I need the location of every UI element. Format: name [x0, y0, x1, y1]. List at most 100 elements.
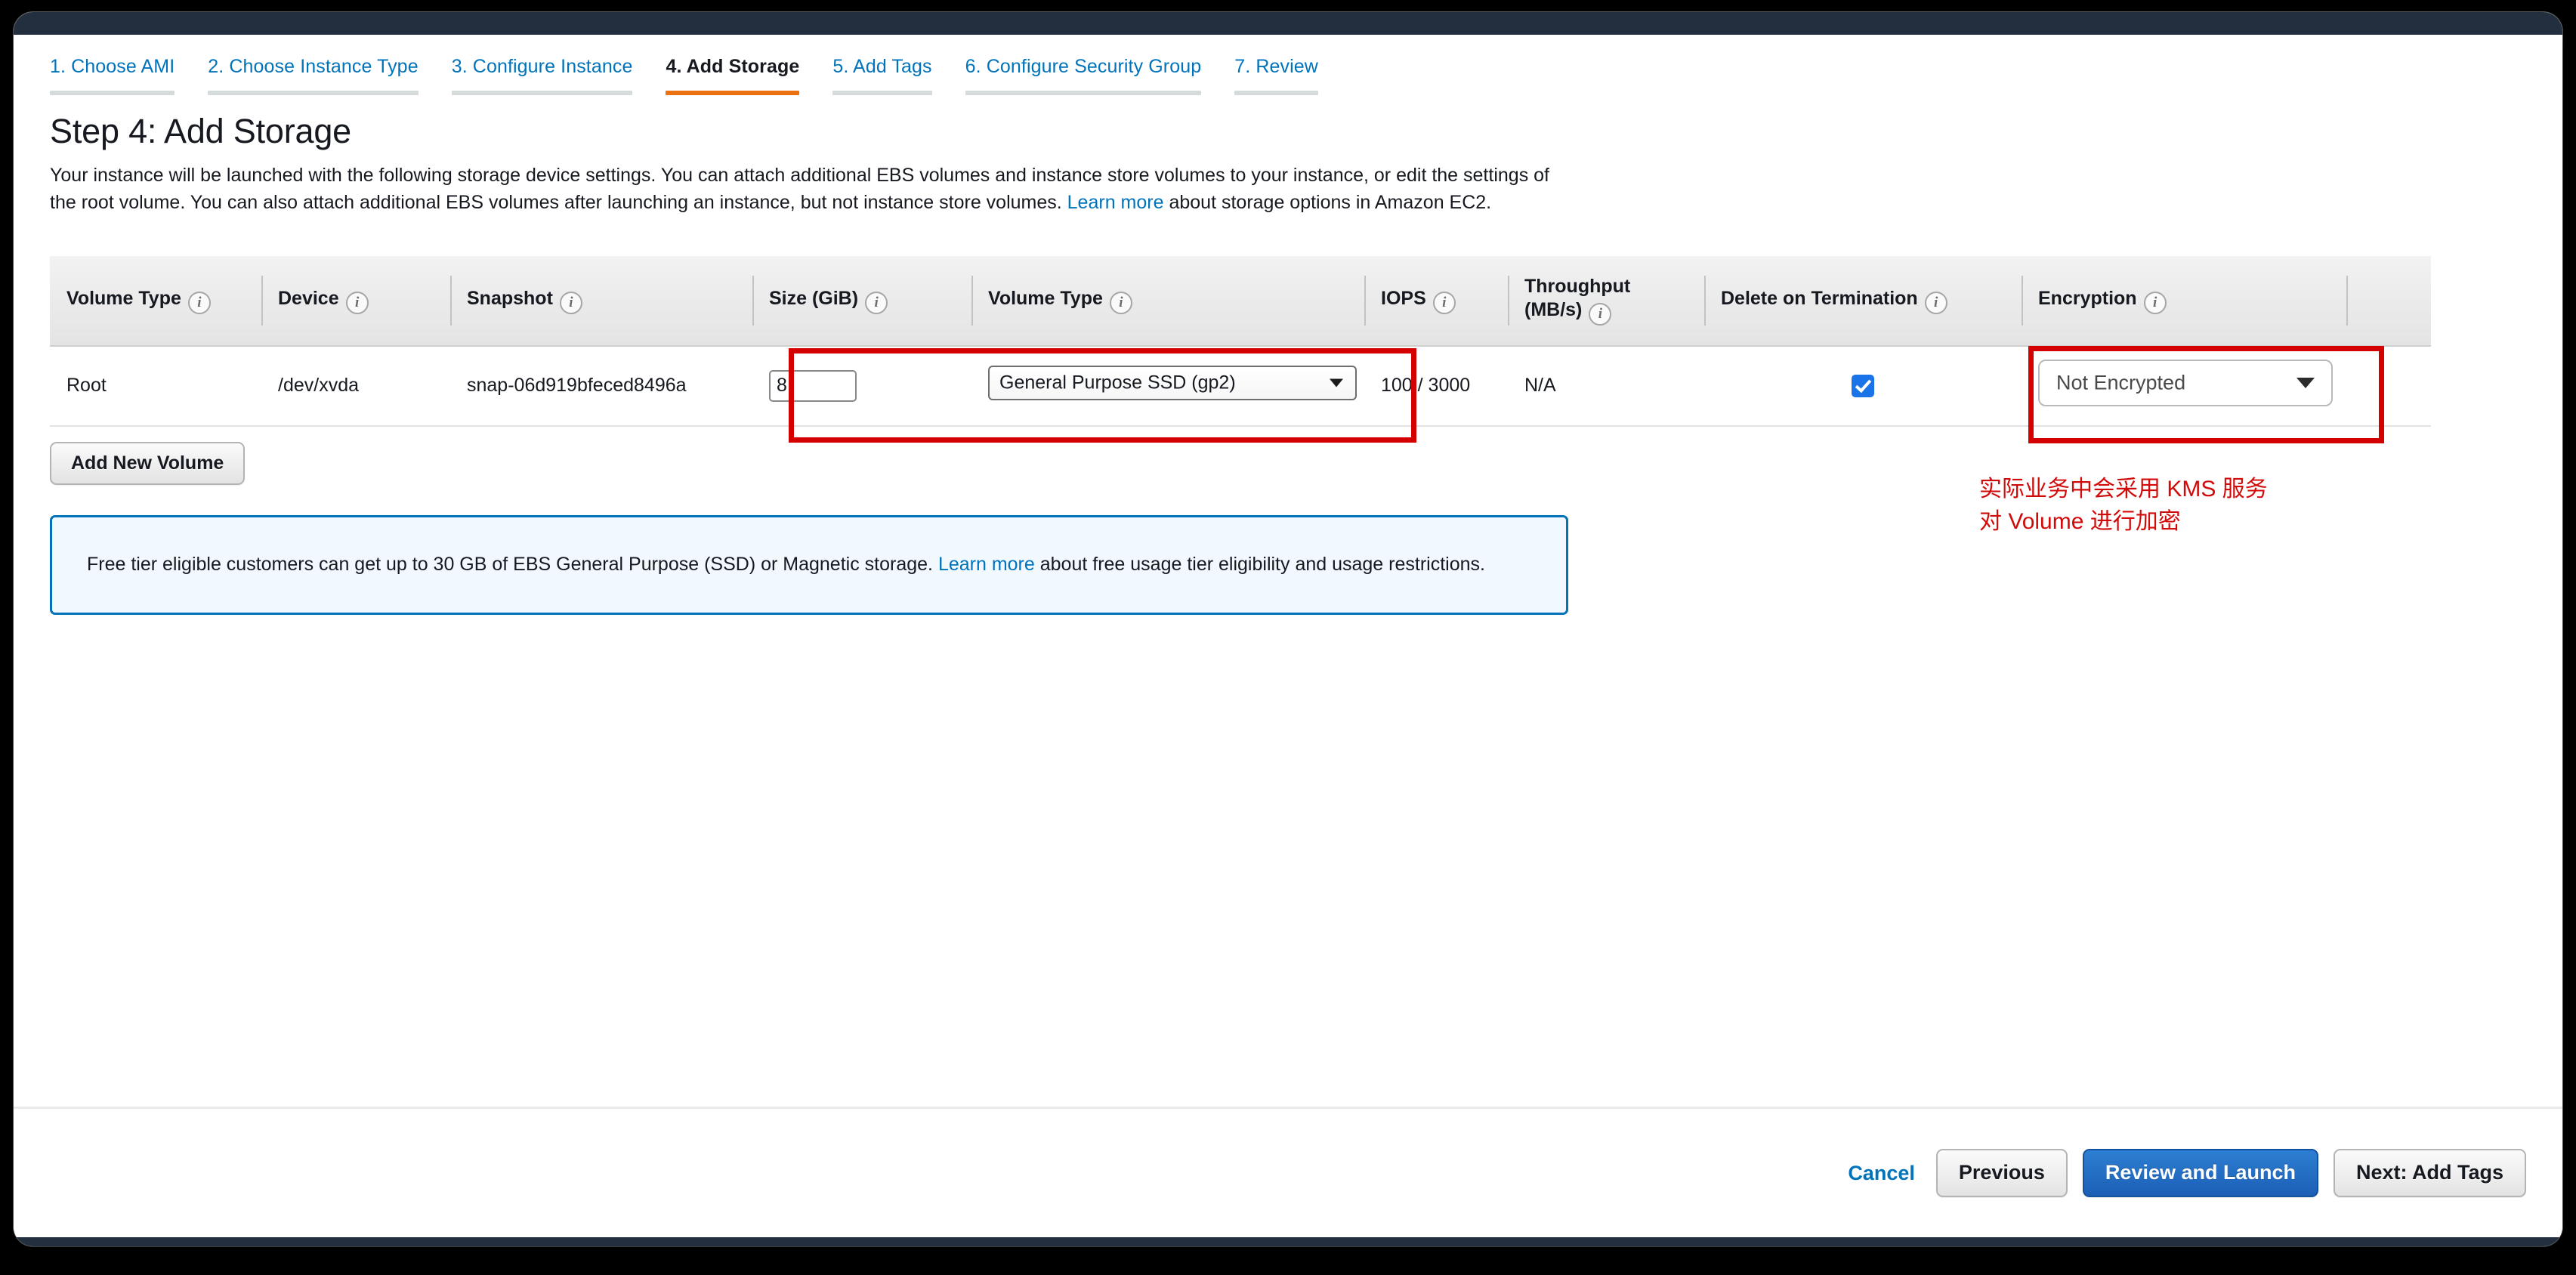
- description-text-after-link: about storage options in Amazon EC2.: [1163, 192, 1492, 214]
- column-divider: [752, 275, 754, 326]
- col-header-label: Device: [278, 287, 339, 309]
- column-divider: [971, 275, 973, 326]
- free-tier-learn-more-link[interactable]: Learn more: [938, 554, 1035, 575]
- previous-button[interactable]: Previous: [1935, 1149, 2068, 1197]
- tab-label: 3. Configure Instance: [451, 56, 633, 77]
- info-icon[interactable]: i: [2143, 291, 2167, 314]
- tab-label: 2. Choose Instance Type: [208, 56, 419, 77]
- add-new-volume-button[interactable]: Add New Volume: [50, 441, 246, 485]
- col-header-snapshot: Snapshot i: [450, 255, 752, 347]
- page-title: Step 4: Add Storage: [50, 112, 352, 150]
- tab-label: 7. Review: [1234, 56, 1318, 77]
- cell-volume-type: Root: [50, 345, 261, 427]
- col-header-volume-type-select: Volume Type i: [971, 255, 1364, 347]
- tab-configure-security-group[interactable]: 6. Configure Security Group: [950, 56, 1220, 95]
- callout-text-after-link: about free usage tier eligibility and us…: [1034, 554, 1485, 575]
- chevron-down-icon: [2296, 378, 2315, 388]
- tab-add-storage[interactable]: 4. Add Storage: [650, 56, 817, 95]
- cell-device: /dev/xvda: [261, 345, 450, 427]
- tab-underline: [451, 91, 633, 95]
- tab-underline: [50, 91, 175, 95]
- col-header-iops: IOPS i: [1364, 255, 1508, 347]
- volume-type-dropdown-value: General Purpose SSD (gp2): [999, 372, 1236, 394]
- tab-underline: [965, 91, 1202, 95]
- storage-table: Volume Type i Device i Snapshot i Size (…: [50, 255, 2431, 427]
- storage-table-head: Volume Type i Device i Snapshot i Size (…: [50, 255, 2431, 347]
- cell-snapshot: snap-06d919bfeced8496a: [450, 345, 752, 427]
- storage-table-container: Volume Type i Device i Snapshot i Size (…: [50, 255, 2431, 427]
- cell-throughput: N/A: [1508, 345, 1704, 427]
- col-header-label-line2: (MB/s): [1524, 298, 1583, 320]
- tab-choose-ami[interactable]: 1. Choose AMI: [35, 56, 193, 95]
- info-icon[interactable]: i: [345, 291, 369, 314]
- delete-on-termination-checkbox[interactable]: [1852, 374, 1874, 397]
- column-divider: [2346, 275, 2348, 326]
- tab-underline: [832, 91, 932, 95]
- col-header-actions: [2346, 255, 2431, 347]
- col-header-label: Volume Type: [988, 287, 1103, 309]
- col-header-label: Delete on Termination: [1721, 287, 1918, 309]
- callout-text-before-link: Free tier eligible customers can get up …: [87, 554, 938, 575]
- column-divider: [1704, 275, 1706, 326]
- kms-annotation-note: 实际业务中会采用 KMS 服务 对 Volume 进行加密: [1979, 477, 2268, 534]
- tab-label: 4. Add Storage: [666, 56, 800, 77]
- col-header-encryption: Encryption i: [2022, 255, 2346, 347]
- tab-add-tags[interactable]: 5. Add Tags: [817, 56, 950, 95]
- browser-window: 1. Choose AMI 2. Choose Instance Type 3.…: [14, 12, 2562, 1246]
- tab-label: 5. Add Tags: [832, 56, 932, 77]
- storage-table-body: Root /dev/xvda snap-06d919bfeced8496a Ge…: [50, 345, 2431, 427]
- size-input[interactable]: [769, 369, 857, 402]
- tab-review[interactable]: 7. Review: [1219, 56, 1336, 95]
- cell-actions: [2346, 345, 2431, 427]
- col-header-throughput: Throughput (MB/s) i: [1508, 255, 1704, 347]
- tab-label: 1. Choose AMI: [50, 56, 175, 77]
- column-divider: [261, 275, 263, 326]
- col-header-label: Volume Type: [66, 287, 181, 309]
- col-header-label: Encryption: [2038, 287, 2137, 309]
- info-icon[interactable]: i: [1589, 302, 1612, 326]
- free-tier-callout: Free tier eligible customers can get up …: [50, 515, 1568, 615]
- column-divider: [1364, 275, 1366, 326]
- col-header-label: Size (GiB): [769, 287, 859, 309]
- col-header-label: IOPS: [1381, 287, 1426, 309]
- tab-underline: [208, 91, 419, 95]
- ec2-launch-wizard-page: 1. Choose AMI 2. Choose Instance Type 3.…: [14, 35, 2562, 1237]
- cancel-button[interactable]: Cancel: [1848, 1162, 1915, 1185]
- cell-delete-on-termination: [1704, 345, 2022, 427]
- screenshot-root: 1. Choose AMI 2. Choose Instance Type 3.…: [0, 0, 2576, 1275]
- info-icon[interactable]: i: [187, 291, 211, 314]
- tab-choose-instance-type[interactable]: 2. Choose Instance Type: [193, 56, 436, 95]
- wizard-tab-strip: 1. Choose AMI 2. Choose Instance Type 3.…: [14, 35, 2562, 95]
- page-description: Your instance will be launched with the …: [50, 162, 1568, 217]
- cell-iops: 100 / 3000: [1364, 345, 1508, 427]
- info-icon[interactable]: i: [559, 291, 582, 314]
- tab-configure-instance[interactable]: 3. Configure Instance: [437, 56, 651, 95]
- table-row: Root /dev/xvda snap-06d919bfeced8496a Ge…: [50, 345, 2431, 427]
- cell-volume-type-select: General Purpose SSD (gp2): [971, 345, 1364, 427]
- browser-top-chrome-bar: [14, 12, 2562, 35]
- info-icon[interactable]: i: [865, 291, 888, 314]
- tab-underline: [1234, 91, 1318, 95]
- column-divider: [450, 275, 452, 326]
- col-header-label: Snapshot: [467, 287, 553, 309]
- column-divider: [1508, 275, 1509, 326]
- browser-bottom-chrome-bar: [14, 1237, 2562, 1246]
- encryption-dropdown[interactable]: Not Encrypted: [2038, 360, 2333, 406]
- wizard-footer: Cancel Previous Review and Launch Next: …: [14, 1107, 2562, 1237]
- page-content-header: Step 4: Add Storage Your instance will b…: [14, 112, 2562, 217]
- chevron-down-icon: [1330, 378, 1343, 387]
- volume-type-dropdown[interactable]: General Purpose SSD (gp2): [988, 366, 1357, 400]
- storage-learn-more-link[interactable]: Learn more: [1067, 192, 1164, 213]
- encryption-dropdown-value: Not Encrypted: [2056, 371, 2186, 394]
- col-header-device: Device i: [261, 255, 450, 347]
- cell-encryption: Not Encrypted: [2022, 345, 2346, 427]
- storage-table-header-row: Volume Type i Device i Snapshot i Size (…: [50, 255, 2431, 347]
- footer-button-group: Cancel Previous Review and Launch Next: …: [14, 1109, 2562, 1237]
- info-icon[interactable]: i: [1432, 291, 1456, 314]
- info-icon[interactable]: i: [1924, 291, 1947, 314]
- review-and-launch-button[interactable]: Review and Launch: [2082, 1149, 2318, 1197]
- col-header-delete-on-termination: Delete on Termination i: [1704, 255, 2022, 347]
- info-icon[interactable]: i: [1109, 291, 1132, 314]
- next-add-tags-button[interactable]: Next: Add Tags: [2333, 1149, 2526, 1197]
- col-header-label-line1: Throughput: [1524, 276, 1631, 298]
